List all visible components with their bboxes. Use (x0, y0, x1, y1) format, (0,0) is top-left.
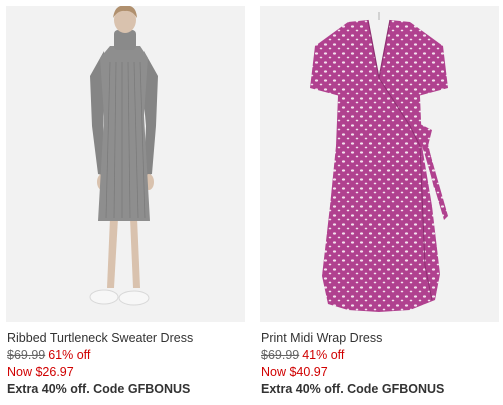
product-card[interactable]: Ribbed Turtleneck Sweater Dress $69.99 61… (6, 0, 245, 405)
original-price: $69.99 (7, 348, 46, 362)
product-image[interactable] (260, 6, 499, 322)
product-title[interactable]: Ribbed Turtleneck Sweater Dress (7, 331, 193, 345)
original-price: $69.99 (261, 348, 300, 362)
price-row: $69.99 61% off (7, 348, 90, 362)
sale-price: Now $40.97 (261, 365, 328, 379)
sweater-dress-photo (6, 6, 245, 322)
price-row: $69.99 41% off (261, 348, 344, 362)
product-card[interactable]: Print Midi Wrap Dress $69.99 41% off Now … (260, 0, 499, 405)
discount-percent: 61% off (48, 348, 91, 362)
promo-text: Extra 40% off. Code GFBONUS (261, 382, 445, 396)
discount-percent: 41% off (302, 348, 345, 362)
promo-text: Extra 40% off. Code GFBONUS (7, 382, 191, 396)
wrap-dress-photo (260, 6, 499, 322)
product-title[interactable]: Print Midi Wrap Dress (261, 331, 382, 345)
product-grid: Ribbed Turtleneck Sweater Dress $69.99 61… (0, 0, 503, 405)
sale-price: Now $26.97 (7, 365, 74, 379)
product-image[interactable] (6, 6, 245, 322)
